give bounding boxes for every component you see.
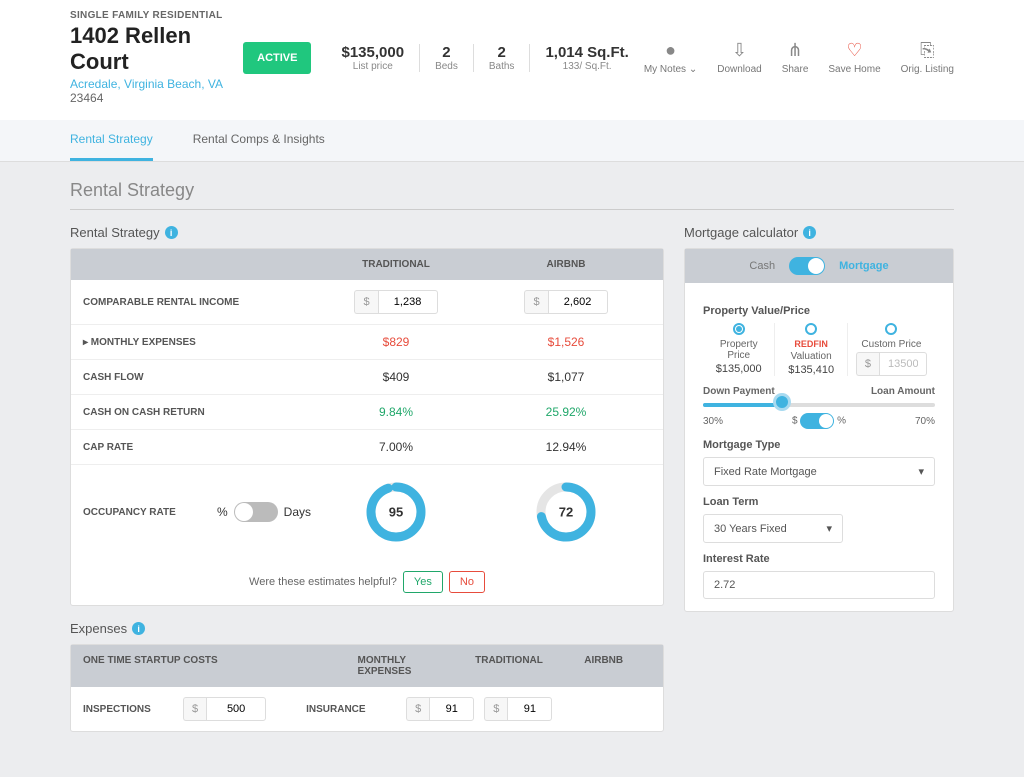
calculator-card: Cash Mortgage Property Value/Price Prope… [684,248,954,612]
cash-flow-row: CASH FLOW $409 $1,077 [71,360,663,395]
calculator-title: Mortgage calculatori [684,225,954,240]
page-title: Rental Strategy [70,172,954,210]
down-payment-slider-wrap: Down PaymentLoan Amount 30%$ %70% [703,386,935,429]
occupancy-toggle[interactable] [234,502,278,522]
download-icon: ⇩ [717,40,761,61]
save-home-button[interactable]: ♡Save Home [828,40,880,75]
insurance-airbnb-input[interactable] [507,697,552,721]
inspections-input[interactable] [206,697,266,721]
share-icon: ⋔ [782,40,809,61]
comparable-trad-input[interactable] [378,290,438,314]
stat-baths: 2Baths [474,44,531,72]
property-type: SINGLE FAMILY RESIDENTIAL [70,10,243,21]
price-radios: Property Price$135,000 REDFINValuation$1… [703,323,935,376]
info-icon[interactable]: i [132,622,145,635]
cash-mortgage-toggle-bar: Cash Mortgage [685,249,953,283]
property-zip: 23464 [70,91,243,105]
yes-button[interactable]: Yes [403,571,443,593]
expenses-card: ONE TIME STARTUP COSTS MONTHLY EXPENSES … [70,644,664,732]
tab-rental-strategy[interactable]: Rental Strategy [70,120,153,161]
strategy-table: TRADITIONAL AIRBNB COMPARABLE RENTAL INC… [70,248,664,606]
page-body: Rental Strategy Rental Strategyi TRADITI… [0,162,1024,777]
insurance-trad-input[interactable] [429,697,474,721]
tab-rental-comps[interactable]: Rental Comps & Insights [193,120,325,161]
occupancy-row: OCCUPANCY RATE %Days 95 72 [71,465,663,559]
property-stats: $135,000List price 2Beds 2Baths 1,014 Sq… [326,44,643,72]
info-icon[interactable]: i [803,226,816,239]
heart-icon: ♡ [828,40,880,61]
stat-price: $135,000List price [326,44,420,72]
property-info: SINGLE FAMILY RESIDENTIAL 1402 Rellen Co… [70,10,243,105]
radio-custom[interactable]: Custom Price$ [848,323,935,376]
comparable-income-row: COMPARABLE RENTAL INCOME $ $ [71,280,663,325]
expenses-header: ONE TIME STARTUP COSTS MONTHLY EXPENSES … [71,645,663,687]
coc-return-row: CASH ON CASH RETURN 9.84% 25.92% [71,395,663,430]
dollar-percent-toggle[interactable] [800,413,834,429]
cash-mortgage-toggle[interactable] [789,257,825,275]
chevron-down-icon: ▾ [826,522,832,535]
dollar-icon: $ [406,697,429,721]
orig-listing-button[interactable]: ⎘Orig. Listing [901,40,954,75]
custom-price-input[interactable] [879,352,927,376]
chevron-down-icon: ⌄ [689,64,697,75]
dollar-icon: $ [484,697,507,721]
table-header: TRADITIONAL AIRBNB [71,249,663,280]
property-header: SINGLE FAMILY RESIDENTIAL 1402 Rellen Co… [0,0,1024,120]
dollar-icon: $ [183,697,206,721]
loan-term-select[interactable]: 30 Years Fixed▾ [703,514,843,543]
external-icon: ⎘ [901,40,954,61]
dollar-icon: $ [524,290,547,314]
occupancy-trad-donut: 95 [365,481,427,543]
feedback-row: Were these estimates helpful? Yes No [71,559,663,605]
note-icon: ● [644,40,697,61]
property-location[interactable]: Acredale, Virginia Beach, VA [70,77,223,91]
tabs-bar: Rental Strategy Rental Comps & Insights [0,120,1024,162]
occupancy-airbnb-donut: 72 [535,481,597,543]
status-badge[interactable]: ACTIVE [243,42,311,74]
header-actions: ●My Notes ⌄ ⇩Download ⋔Share ♡Save Home … [644,40,954,75]
expenses-title: Expensesi [70,621,664,636]
info-icon[interactable]: i [165,226,178,239]
dollar-icon: $ [856,352,879,376]
share-button[interactable]: ⋔Share [782,40,809,75]
property-price-label: Property Value/Price [703,305,935,317]
download-button[interactable]: ⇩Download [717,40,761,75]
my-notes-button[interactable]: ●My Notes ⌄ [644,40,697,75]
stat-beds: 2Beds [420,44,474,72]
stat-sqft: 1,014 Sq.Ft.133/ Sq.Ft. [530,44,643,72]
comparable-airbnb-input[interactable] [548,290,608,314]
monthly-expenses-row[interactable]: ▸ MONTHLY EXPENSES $829 $1,526 [71,325,663,360]
down-payment-slider[interactable] [703,403,935,407]
cap-rate-row: CAP RATE 7.00% 12.94% [71,430,663,465]
mortgage-type-select[interactable]: Fixed Rate Mortgage▾ [703,457,935,486]
expense-row: INSPECTIONS $ INSURANCE $ $ [71,687,663,731]
dollar-icon: $ [354,290,377,314]
radio-property-price[interactable]: Property Price$135,000 [703,323,775,376]
chevron-down-icon: ▾ [918,465,924,478]
interest-rate-input[interactable] [703,571,935,599]
radio-redfin[interactable]: REDFINValuation$135,410 [775,323,847,376]
no-button[interactable]: No [449,571,485,593]
property-address: 1402 Rellen Court [70,23,243,75]
rental-strategy-title: Rental Strategyi [70,225,664,240]
